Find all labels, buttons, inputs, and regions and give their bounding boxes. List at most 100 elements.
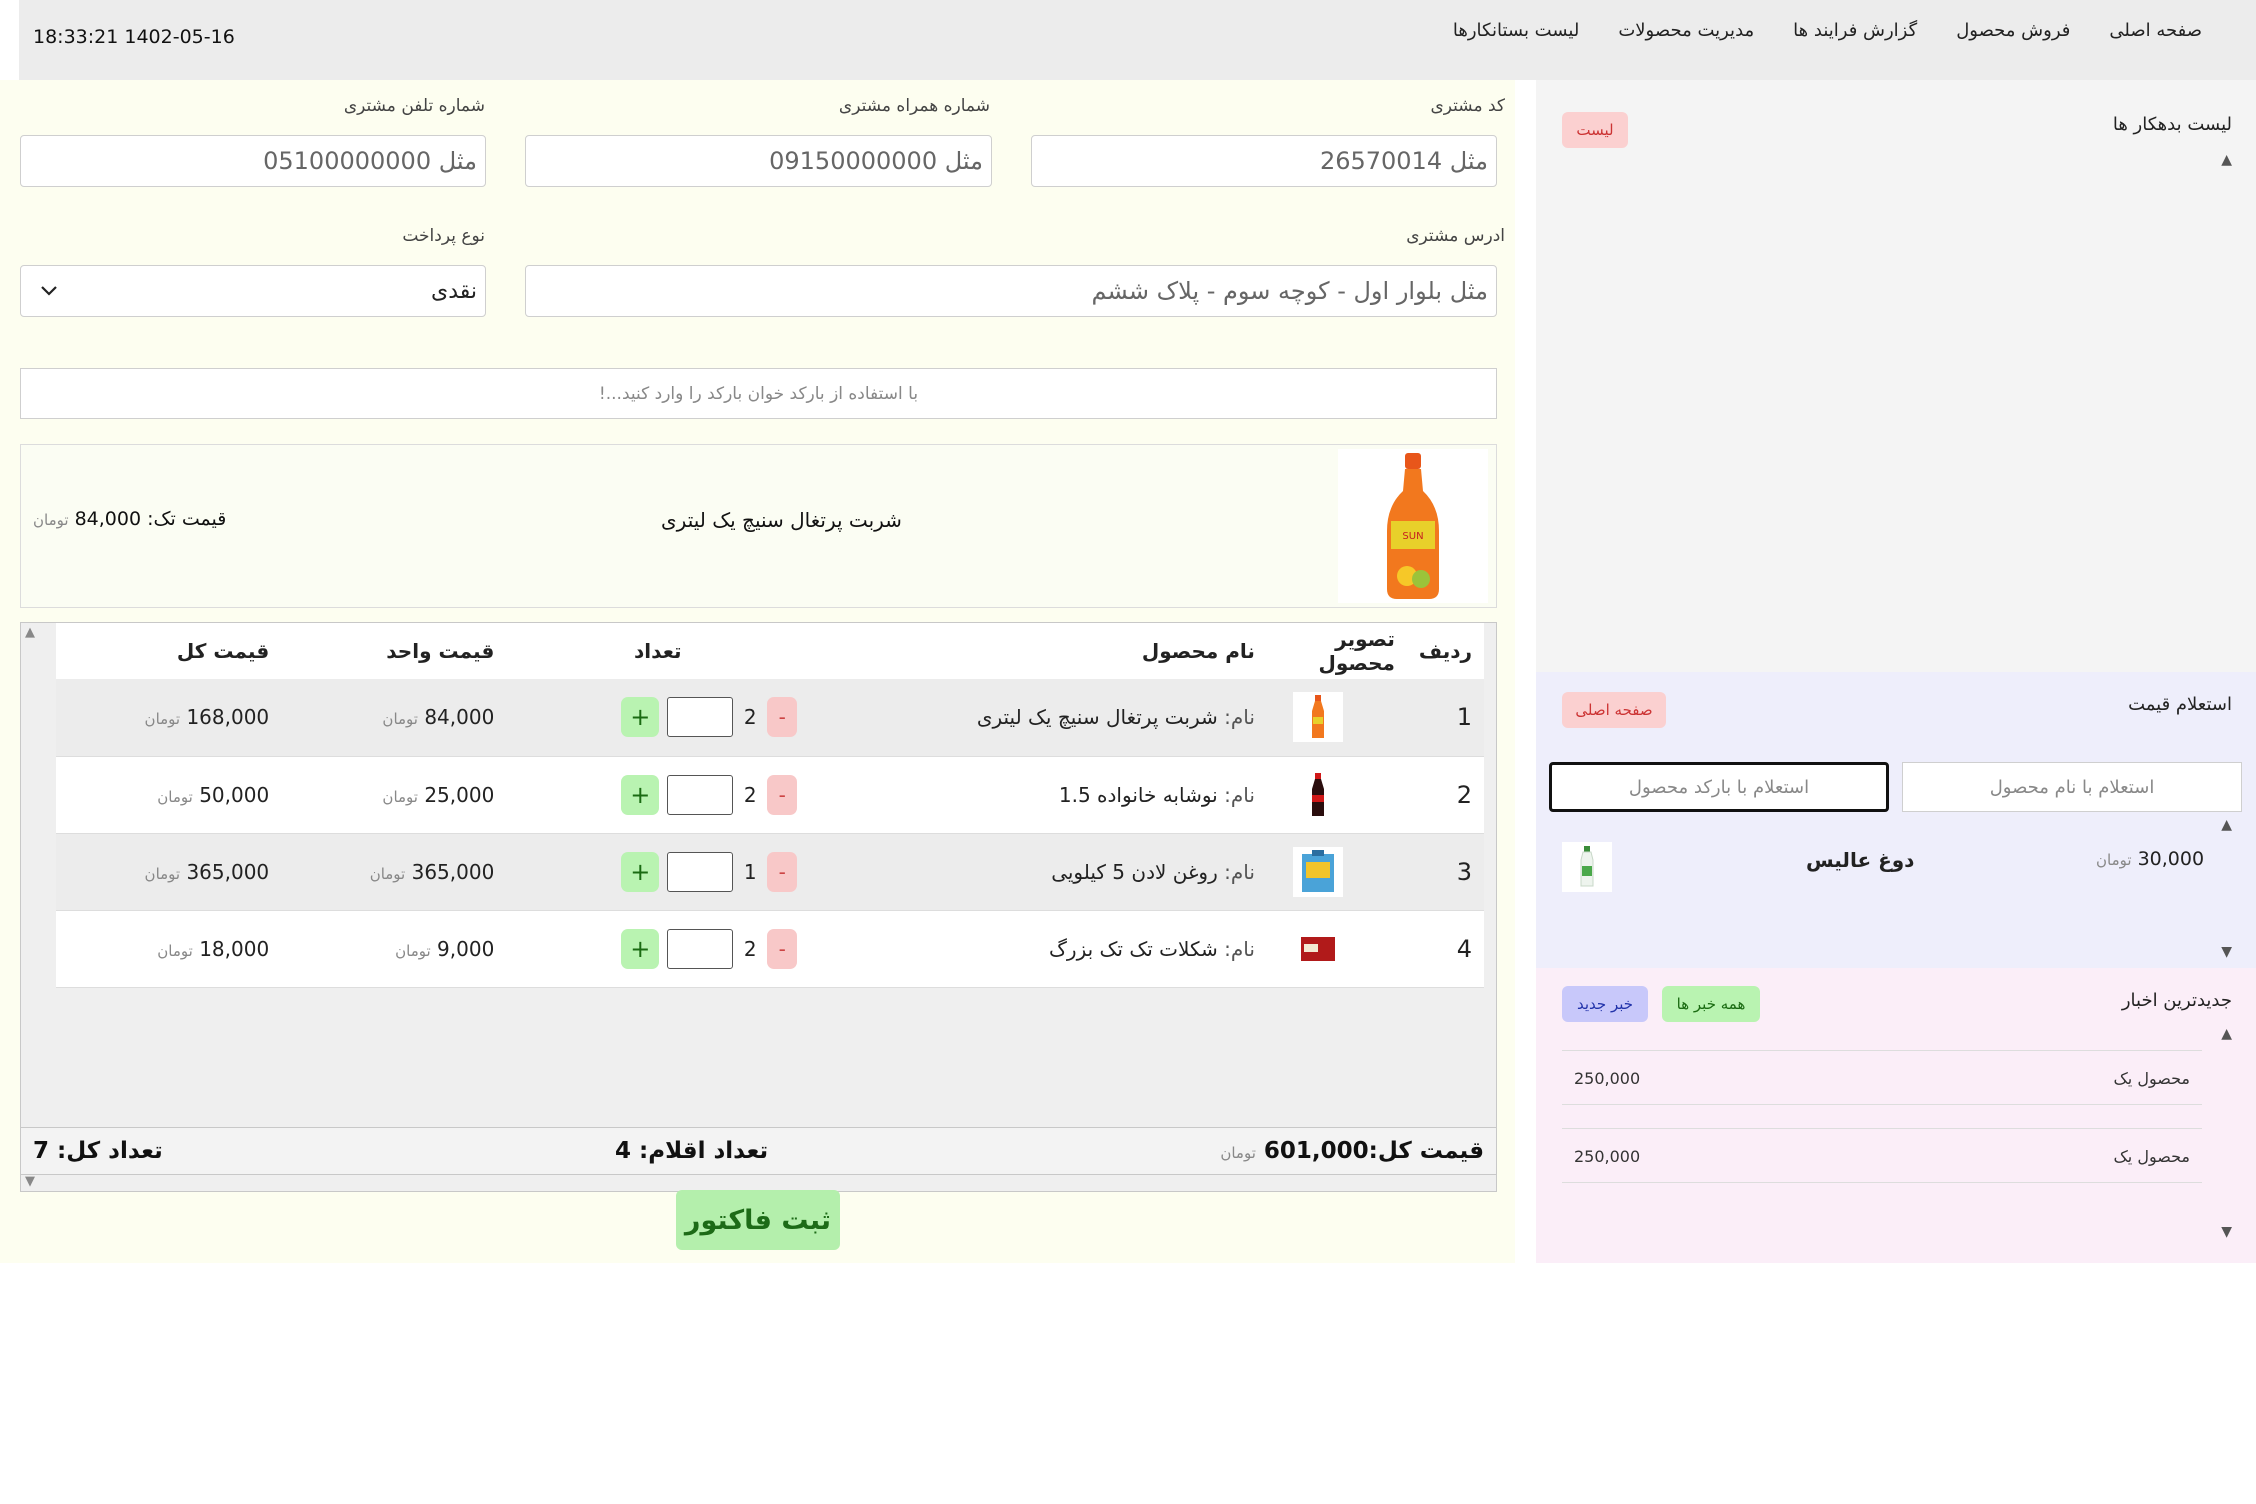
query-result-image [1562,842,1612,892]
all-news-button[interactable]: همه خبر ها [1662,986,1760,1022]
price-label: قیمت تک: [147,508,227,530]
total-value: 18,000 [199,936,270,961]
table-row: 4 نام: شکلات تک تک بزرگ -2 +9,000 تومان 18,0… [56,910,1484,988]
scroll-up-arrow-icon[interactable]: ▲ [2221,817,2232,833]
scroll-down-arrow-icon[interactable]: ▼ [25,1174,35,1189]
price-unit: تومان [33,511,69,529]
price-query-panel: استعلام قیمت صفحه اصلی استعلام با نام مح… [1536,672,2256,968]
query-by-barcode-input[interactable]: استعلام با بارکد محصول [1549,762,1889,812]
total-unit: تومان [157,941,193,960]
customer-address-input[interactable]: مثل بلوار اول - کوچه سوم - پلاک ششم [525,265,1497,317]
summary-total: قیمت کل:601,000 تومان [1220,1138,1484,1164]
top-navbar: 18:33:21 1402-05-16 صفحه اصلی فروش محصول… [19,0,2256,80]
row-product-name: نام: شربت پرتغال سنیچ یک لیتری [809,679,1267,757]
qty-input[interactable] [667,851,734,892]
summary-total-count: تعداد کل: 7 [33,1138,163,1164]
name-prefix: نام: [1224,936,1255,961]
submit-invoice-button[interactable]: ثبت فاکتور [676,1190,840,1250]
decrease-qty-button[interactable]: - [767,928,798,969]
menu-process-report[interactable]: گزارش فرایند ها [1793,20,1917,41]
product-name: شکلات تک تک بزرگ [1049,936,1218,961]
decrease-qty-button[interactable]: - [767,697,798,738]
debtors-list-button[interactable]: لیست [1562,112,1628,148]
invoice-summary: قیمت کل:601,000 تومان تعداد اقلام: 4 تعد… [20,1127,1497,1175]
total-value: 168,000 [186,705,270,730]
name-prefix: نام: [1224,859,1255,884]
total-unit: تومان [144,864,181,883]
customer-mobile-input[interactable]: مثل 09150000000 [525,135,992,187]
scroll-up-arrow-icon[interactable]: ▲ [25,625,35,640]
qty-input[interactable] [667,928,734,969]
row-total: 50,000 تومان [56,756,282,834]
svg-text:SUN: SUN [1402,531,1423,542]
scroll-down-arrow-icon[interactable]: ▼ [2221,1224,2232,1240]
row-number: 4 [1406,910,1484,988]
menu-product-management[interactable]: مدیریت محصولات [1618,20,1754,41]
datetime-display: 18:33:21 1402-05-16 [33,26,235,48]
table-row: 3 نام: روغن لادن 5 کیلویی -1 +365,000 تومان… [56,833,1484,911]
increase-qty-button[interactable]: + [621,697,660,738]
scroll-up-arrow-icon[interactable]: ▲ [2221,152,2232,168]
row-qty: -2 + [506,910,810,988]
row-number: 3 [1406,833,1484,911]
current-product-name: شربت پرتغال سنیچ یک لیتری [661,508,902,532]
summary-total-label: قیمت کل: [1368,1138,1484,1164]
cart-table-container: ▲ ▼ ردیف تصویر محصول نام محصول تعداد قیم… [20,622,1497,1192]
query-by-name-input[interactable]: استعلام با نام محصول [1902,762,2242,812]
summary-unit: تومان [1220,1144,1256,1162]
qty-value: 2 [743,936,757,961]
increase-qty-button[interactable]: + [621,851,660,892]
oil-tin-icon [1292,846,1343,897]
customer-code-input[interactable]: مثل 26570014 [1031,135,1497,187]
scroll-down-arrow-icon[interactable]: ▼ [2221,944,2232,960]
dough-bottle-icon [1580,846,1594,887]
row-number: 1 [1406,679,1484,757]
menu-product-sale[interactable]: فروش محصول [1956,20,2070,41]
debtors-title: لیست بدهکار ها [2112,114,2232,135]
total-value: 50,000 [199,782,270,807]
increase-qty-button[interactable]: + [621,928,660,969]
chevron-down-icon [29,285,69,297]
row-product-name: نام: روغن لادن 5 کیلویی [809,833,1267,911]
row-total: 18,000 تومان [56,910,282,988]
menu-creditors-list[interactable]: لیست بستانکارها [1453,20,1579,41]
decrease-qty-button[interactable]: - [767,774,798,815]
qty-value: 1 [743,859,757,884]
new-news-button[interactable]: خبر جدید [1562,986,1648,1022]
decrease-qty-button[interactable]: - [767,851,798,892]
row-qty: -2 + [506,679,810,757]
row-qty: -1 + [506,833,810,911]
home-page-button[interactable]: صفحه اصلی [1562,692,1666,728]
increase-qty-button[interactable]: + [621,774,660,815]
payment-type-select[interactable]: نقدی [20,265,486,317]
unit-price-unit: تومان [382,710,418,729]
query-result-unit: تومان [2096,851,2132,869]
unit-price-unit: تومان [369,864,406,883]
customer-phone-input[interactable]: مثل 05100000000 [20,135,486,187]
qty-value: 2 [743,705,757,730]
query-result-name: دوغ عالیس [1806,848,1915,872]
barcode-input[interactable]: با استفاده از بارکد خوان بارکد را وارد ک… [20,368,1497,419]
scroll-up-arrow-icon[interactable]: ▲ [2221,1026,2232,1042]
qty-input[interactable] [667,697,734,738]
unit-price-value: 25,000 [424,782,495,807]
menu-home[interactable]: صفحه اصلی [2109,20,2202,41]
debtors-panel: لیست بدهکار ها لیست ▲ [1536,80,2256,672]
row-image [1266,833,1407,911]
cola-bottle-icon [1292,769,1343,820]
news-panel: جدیدترین اخبار همه خبر ها خبر جدید ▲ ▼ م… [1536,968,2256,1263]
qty-input[interactable] [667,774,734,815]
price-value: 84,000 [74,508,142,530]
orange-bottle-icon: SUN [1387,453,1439,599]
news-item[interactable]: محصول یک 250,000 [1562,1128,2202,1183]
summary-items-count: تعداد اقلام: 4 [615,1138,769,1164]
row-unit-price: 365,000 تومان [281,833,507,911]
current-product-card: SUN شربت پرتغال سنیچ یک لیتری قیمت تک: 8… [20,444,1497,608]
payment-type-label: نوع پرداخت [402,226,485,246]
main-menu: صفحه اصلی فروش محصول گزارش فرایند ها مدی… [1453,20,2202,41]
news-item[interactable]: محصول یک 250,000 [1562,1050,2202,1105]
unit-price-value: 365,000 [411,859,495,884]
customer-mobile-label: شماره همراه مشتری [838,96,990,116]
table-row: 1 نام: شربت پرتغال سنیچ یک لیتری -2 +84,000… [56,679,1484,757]
unit-price-value: 9,000 [437,936,495,961]
